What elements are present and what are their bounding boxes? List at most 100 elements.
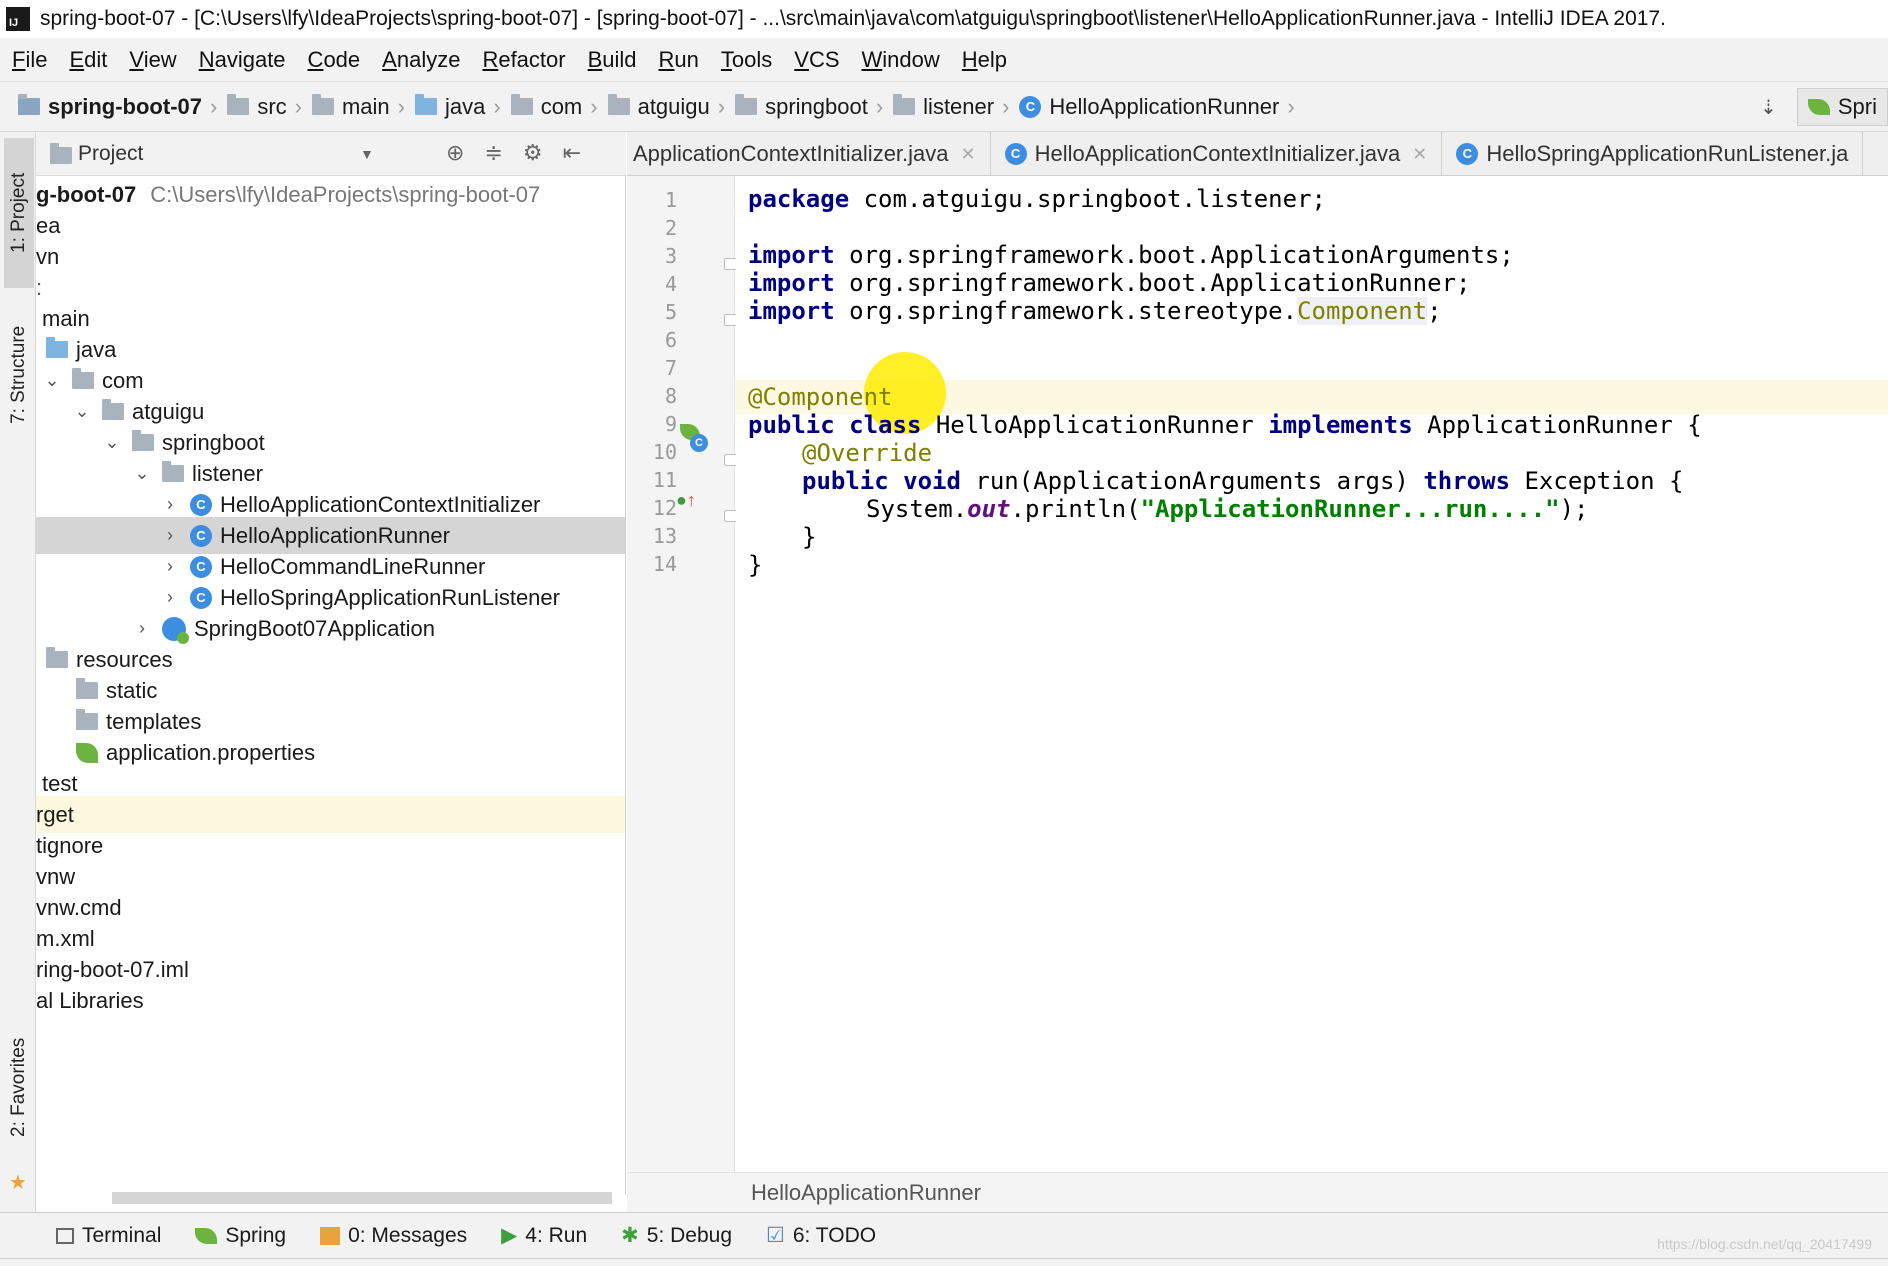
locate-icon[interactable]: ⊕ [446, 140, 464, 166]
menu-run[interactable]: Run [659, 47, 699, 73]
line-number: 9 [664, 412, 677, 436]
package-icon [607, 94, 630, 115]
breadcrumb-springboot[interactable]: springboot › [735, 94, 893, 120]
code-editor[interactable]: package com.atguigu.springboot.listener;… [736, 176, 1888, 1172]
hide-panel-icon[interactable]: ⇤ [563, 140, 581, 166]
chevron-right-icon[interactable]: › [158, 587, 182, 608]
project-horizontal-scrollbar[interactable] [112, 1192, 612, 1204]
chevron-right-icon[interactable]: › [158, 494, 182, 515]
tool-tab-favorites[interactable]: 2: Favorites [4, 1012, 34, 1162]
menu-analyze[interactable]: Analyze [382, 47, 460, 73]
code-line-1: package com.atguigu.springboot.listener; [748, 185, 1326, 213]
menu-help[interactable]: Help [962, 47, 1007, 73]
menu-bar: File Edit View Navigate Code Analyze Ref… [0, 38, 1888, 82]
chevron-right-icon[interactable]: › [158, 556, 182, 577]
sort-icon[interactable]: ⇣ [1760, 95, 1777, 120]
menu-view[interactable]: View [129, 47, 176, 73]
package-icon [735, 94, 758, 115]
menu-build[interactable]: Build [588, 47, 637, 73]
chevron-down-icon[interactable]: ⌄ [130, 463, 154, 484]
editor-breadcrumb: HelloApplicationRunner [627, 1172, 1888, 1212]
tree-row-external-libraries[interactable]: al Libraries [36, 982, 625, 1019]
project-panel-tools: ⊕ ≑ ⚙ ⇤ [446, 140, 581, 166]
line-number: 4 [664, 272, 677, 296]
run-configuration-selector[interactable]: Spri [1796, 88, 1888, 126]
chevron-down-icon[interactable]: ⌄ [40, 370, 64, 391]
window-title: spring-boot-07 - [C:\Users\lfy\IdeaProje… [40, 7, 1666, 30]
todo-icon: ☑ [766, 1224, 785, 1247]
breadcrumb-com[interactable]: com › [510, 93, 608, 120]
class-icon: C [190, 524, 212, 547]
override-gutter-icon[interactable]: ●↑ [676, 490, 696, 511]
editor-breadcrumb-class[interactable]: HelloApplicationRunner [751, 1180, 981, 1206]
project-panel-header: Project ▼ ⊕ ≑ ⚙ ⇤ [36, 132, 626, 176]
chevron-right-icon: › [397, 93, 405, 119]
navigation-bar: spring-boot-07 › src › main › java › com › at… [0, 82, 1888, 132]
project-panel-title[interactable]: Project [78, 142, 143, 166]
line-number: 3 [664, 244, 677, 268]
chevron-right-icon[interactable]: › [130, 618, 154, 639]
close-icon[interactable]: ✕ [961, 144, 976, 165]
tool-tab-structure[interactable]: 7: Structure [4, 300, 34, 450]
package-icon [893, 94, 916, 115]
menu-file[interactable]: File [12, 47, 47, 73]
breadcrumb-atguigu[interactable]: atguigu › [607, 94, 736, 120]
code-line-12: } [802, 523, 817, 551]
collapse-all-icon[interactable]: ≑ [484, 140, 502, 166]
class-icon: C [1004, 143, 1027, 165]
breadcrumb-src[interactable]: src › [227, 94, 312, 120]
tool-run[interactable]: ▶ 4: Run [501, 1223, 587, 1248]
line-number: 13 [652, 524, 677, 548]
tool-terminal[interactable]: Terminal [56, 1224, 161, 1248]
chevron-down-icon[interactable]: ⌄ [100, 432, 124, 453]
menu-edit[interactable]: Edit [69, 47, 107, 73]
line-number: 2 [664, 216, 677, 240]
messages-icon [320, 1226, 341, 1245]
line-number: 10 [652, 440, 677, 464]
chevron-right-icon: › [210, 93, 218, 119]
close-icon[interactable]: ✕ [1412, 144, 1427, 165]
tool-spring[interactable]: Spring [195, 1224, 286, 1248]
left-tool-strip: 1: Project 7: Structure 2: Favorites ★ [0, 132, 36, 1212]
run-icon: ▶ [501, 1224, 518, 1247]
menu-navigate[interactable]: Navigate [199, 47, 286, 73]
chevron-down-icon[interactable]: ▼ [360, 146, 374, 162]
tab-hello-application-context-initializer[interactable]: C HelloApplicationContextInitializer.java… [991, 132, 1443, 175]
source-folder-icon [415, 94, 437, 115]
star-icon: ★ [9, 1172, 27, 1194]
window-title-bar: IJ spring-boot-07 - [C:\Users\lfy\IdeaPr… [0, 0, 1888, 38]
breadcrumb-class[interactable]: C HelloApplicationRunner › [1019, 94, 1304, 120]
chevron-right-icon: › [875, 93, 884, 119]
tool-messages[interactable]: 0: Messages [320, 1224, 467, 1248]
package-icon [162, 461, 184, 482]
spring-bean-gutter-icon[interactable]: C [680, 424, 708, 452]
class-icon: C [190, 493, 212, 516]
class-icon: C [1456, 143, 1479, 165]
package-icon [72, 368, 94, 389]
breadcrumb-java[interactable]: java › [415, 94, 511, 120]
editor-gutter[interactable]: 1 2 3 4 5 6 7 8 9 10 11 12 13 14 [627, 176, 738, 1172]
nav-toolbar-right: ⇣ Spri [1760, 88, 1888, 126]
chevron-down-icon[interactable]: ⌄ [70, 401, 94, 422]
code-line-11: System.out.println("ApplicationRunner...… [866, 495, 1589, 523]
package-icon [102, 399, 124, 420]
chevron-right-icon: › [590, 93, 598, 119]
menu-refactor[interactable]: Refactor [482, 47, 565, 73]
bottom-tool-bar: Terminal Spring 0: Messages ▶ 4: Run ✱ 5: … [0, 1212, 1888, 1258]
folder-icon [76, 678, 98, 699]
tool-tab-project[interactable]: 1: Project [4, 138, 34, 288]
menu-tools[interactable]: Tools [721, 47, 772, 73]
menu-code[interactable]: Code [308, 47, 361, 73]
gear-icon[interactable]: ⚙ [523, 140, 543, 166]
line-number: 12 [652, 496, 677, 520]
tab-hello-spring-application-run-listener[interactable]: C HelloSpringApplicationRunListener.ja [1442, 132, 1864, 175]
menu-vcs[interactable]: VCS [794, 47, 839, 73]
tab-application-context-initializer[interactable]: ApplicationContextInitializer.java ✕ [627, 132, 991, 175]
tool-todo[interactable]: ☑ 6: TODO [766, 1223, 876, 1248]
breadcrumb-main[interactable]: main › [311, 93, 415, 120]
breadcrumb-listener[interactable]: listener › [893, 94, 1019, 120]
menu-window[interactable]: Window [862, 47, 940, 73]
tool-debug[interactable]: ✱ 5: Debug [621, 1223, 732, 1248]
chevron-right-icon[interactable]: › [158, 525, 182, 546]
breadcrumb-project[interactable]: spring-boot-07 › [18, 94, 227, 120]
